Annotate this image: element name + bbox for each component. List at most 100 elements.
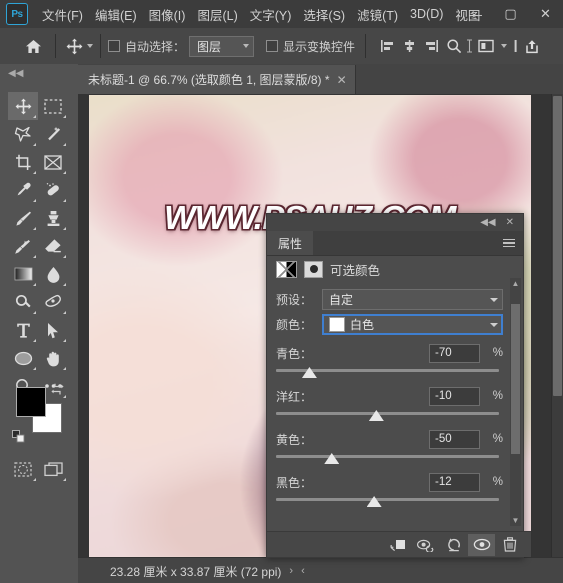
document-tab-bar: 未标题-1 @ 66.7% (选取颜色 1, 图层蒙版/8) * ✕: [78, 64, 563, 95]
home-icon[interactable]: [18, 32, 48, 60]
move-tool[interactable]: [8, 92, 38, 120]
lasso-tool[interactable]: [8, 120, 38, 148]
hamburger-menu-icon[interactable]: [503, 238, 515, 248]
adjustment-title: 可选颜色: [330, 263, 381, 278]
selective-color-adjustment-icon[interactable]: [276, 260, 297, 278]
show-transform-checkbox[interactable]: [266, 40, 279, 52]
active-tool-selector[interactable]: [63, 35, 93, 57]
auto-select-checkbox[interactable]: [108, 40, 120, 52]
path-selection-tool[interactable]: [38, 316, 68, 344]
rectangular-marquee-tool[interactable]: [38, 92, 68, 120]
delete-adjustment-button[interactable]: [496, 534, 523, 556]
reset-adjustment-button[interactable]: [440, 534, 467, 556]
bottom-toolbox: [8, 455, 68, 483]
swap-colors-icon[interactable]: [51, 383, 64, 395]
status-expand-icon[interactable]: ›: [289, 565, 293, 577]
black-slider-track[interactable]: [276, 495, 499, 508]
colors-dropdown[interactable]: 白色: [322, 314, 503, 335]
tab-properties[interactable]: 属性: [267, 231, 314, 255]
arrange-documents-icon[interactable]: [475, 35, 496, 57]
document-tab[interactable]: 未标题-1 @ 66.7% (选取颜色 1, 图层蒙版/8) * ✕: [78, 65, 356, 94]
magenta-slider-track[interactable]: [276, 409, 499, 422]
history-brush-tool[interactable]: [8, 232, 38, 260]
magenta-slider-block: 洋红： -10 %: [276, 386, 503, 422]
options-divider-3: [365, 34, 367, 58]
menu-image[interactable]: 图像(I): [143, 2, 192, 27]
eraser-tool[interactable]: [38, 232, 68, 260]
quick-mask-button[interactable]: [8, 455, 38, 483]
magic-wand-tool[interactable]: [38, 120, 68, 148]
close-panel-icon[interactable]: ✕: [506, 217, 514, 228]
chevron-down-icon[interactable]: [497, 35, 510, 57]
spot-healing-brush-tool[interactable]: [38, 176, 68, 204]
cyan-slider-track[interactable]: [276, 366, 499, 379]
menu-3d[interactable]: 3D(D): [404, 4, 449, 24]
clip-to-layer-button[interactable]: [384, 534, 411, 556]
properties-scroll-thumb[interactable]: [511, 304, 520, 454]
ellipse-tool[interactable]: [8, 344, 38, 372]
tool-corner-marker: [33, 115, 36, 118]
properties-panel: ◀◀ ✕ 属性 可选颜色 预设： 自定 颜色： 白色 青色： -70 % 洋红：…: [266, 213, 531, 558]
pen-tool[interactable]: [38, 288, 68, 316]
options-bar: 自动选择： 图层 显示变换控件: [0, 28, 563, 65]
properties-vertical-scrollbar[interactable]: ▲ ▼: [510, 278, 521, 526]
view-previous-state-button[interactable]: [412, 534, 439, 556]
cyan-value-input[interactable]: -70: [429, 343, 480, 363]
magenta-value-input[interactable]: -10: [429, 386, 480, 406]
close-button[interactable]: ✕: [528, 0, 563, 28]
black-value-input[interactable]: -12: [429, 472, 480, 492]
gradient-tool[interactable]: [8, 260, 38, 288]
preset-label: 预设：: [276, 293, 313, 307]
tools-collapse-button[interactable]: ◀◀: [0, 64, 78, 82]
menu-layer[interactable]: 图层(L): [191, 2, 243, 27]
horizontal-type-tool[interactable]: [8, 316, 38, 344]
blur-tool[interactable]: [38, 260, 68, 288]
auto-select-checkbox-group[interactable]: 自动选择：: [108, 38, 185, 55]
default-colors-icon[interactable]: [12, 430, 25, 443]
share-icon[interactable]: [521, 35, 542, 57]
scroll-down-arrow-icon[interactable]: ▼: [510, 515, 521, 526]
menu-select[interactable]: 选择(S): [297, 2, 351, 27]
maximize-button[interactable]: ▢: [493, 0, 528, 28]
align-vertical-center-icon[interactable]: [399, 35, 420, 57]
layer-mask-icon[interactable]: [304, 260, 323, 278]
align-left-icon[interactable]: [377, 35, 398, 57]
clone-stamp-tool[interactable]: [38, 204, 68, 232]
move-tool-icon: [63, 35, 85, 57]
screen-mode-button[interactable]: [38, 455, 68, 483]
menu-filter[interactable]: 滤镜(T): [351, 2, 404, 27]
collapse-panel-icon[interactable]: ◀◀: [480, 217, 495, 228]
toolbox: [8, 92, 68, 400]
canvas-scroll-thumb[interactable]: [553, 96, 562, 396]
hand-tool[interactable]: [38, 344, 68, 372]
photoshop-logo: Ps: [6, 3, 28, 25]
foreground-color-swatch[interactable]: [16, 387, 46, 417]
eyedropper-tool[interactable]: [8, 176, 38, 204]
menu-file[interactable]: 文件(F): [36, 2, 89, 27]
preset-dropdown[interactable]: 自定: [322, 289, 503, 310]
canvas-vertical-scrollbar[interactable]: [551, 94, 563, 557]
yellow-slider-track[interactable]: [276, 452, 499, 465]
colors-label: 颜色：: [276, 318, 313, 332]
crop-tool[interactable]: [8, 148, 38, 176]
yellow-value-input[interactable]: -50: [429, 429, 480, 449]
tool-options-chevron-icon[interactable]: [87, 44, 93, 48]
text-cursor-icon: [465, 35, 474, 57]
menu-edit[interactable]: 编辑(E): [89, 2, 143, 27]
show-transform-checkbox-group[interactable]: 显示变换控件: [266, 38, 355, 55]
brush-tool[interactable]: [8, 204, 38, 232]
close-icon[interactable]: ✕: [337, 74, 347, 86]
panel-header-controls: ◀◀ ✕: [267, 214, 523, 231]
minimize-button[interactable]: —: [458, 0, 493, 28]
search-icon[interactable]: [443, 35, 464, 57]
adjustment-header: 可选颜色: [267, 256, 523, 282]
toggle-visibility-button[interactable]: [468, 533, 495, 556]
auto-select-scope-dropdown[interactable]: 图层: [189, 35, 255, 57]
status-more-icon[interactable]: ‹: [301, 565, 305, 577]
frame-tool[interactable]: [38, 148, 68, 176]
menu-type[interactable]: 文字(Y): [244, 2, 298, 27]
align-right-icon[interactable]: [421, 35, 442, 57]
dodge-tool[interactable]: [8, 288, 38, 316]
scroll-up-arrow-icon[interactable]: ▲: [510, 278, 521, 289]
cyan-label: 青色：: [276, 346, 313, 361]
